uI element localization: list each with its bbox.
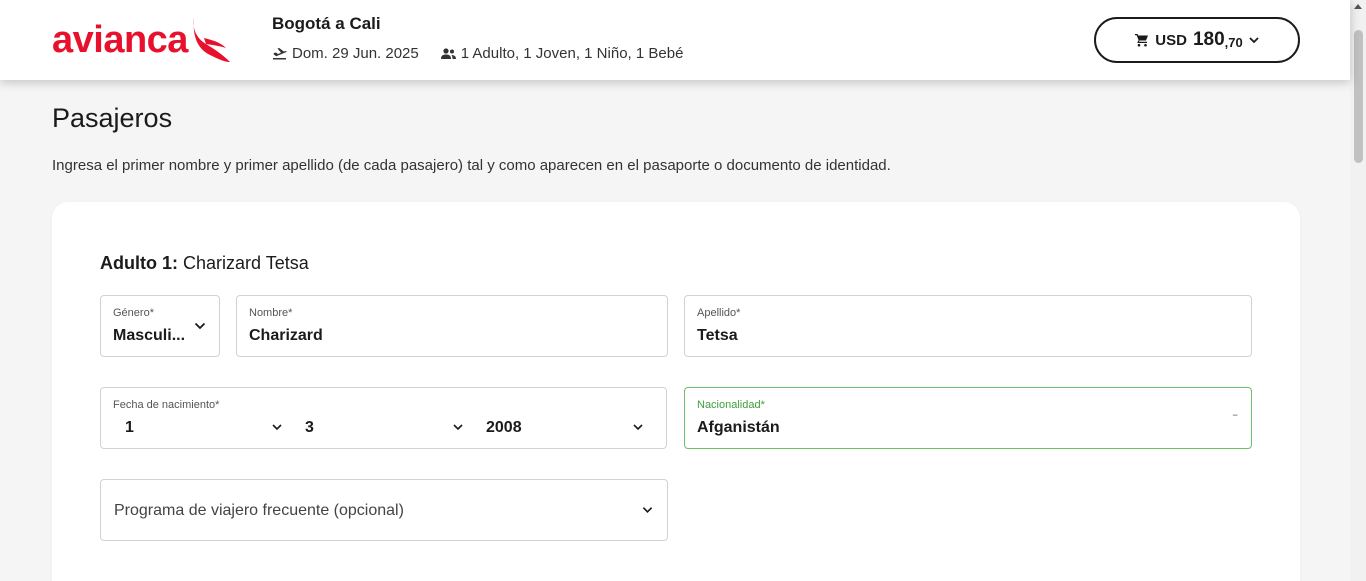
birthdate-field: Fecha de nacimiento* 1 3 2008 (100, 387, 667, 449)
chevron-down-icon (1249, 36, 1259, 44)
passenger-full-name: Charizard Tetsa (183, 253, 309, 273)
page-scrollbar[interactable] (1350, 0, 1366, 581)
chevron-down-icon[interactable] (453, 424, 463, 431)
nationality-label: Nacionalidad* (697, 399, 765, 411)
cart-currency: USD (1155, 31, 1187, 49)
people-icon (440, 46, 457, 62)
page-description: Ingresa el primer nombre y primer apelli… (52, 157, 891, 174)
last-name-field[interactable]: Apellido* Tetsa (684, 295, 1252, 357)
passenger-count: 1 Adulto, 1 Joven, 1 Niño, 1 Bebé (460, 45, 684, 62)
plane-takeoff-icon (272, 46, 288, 62)
avianca-logo[interactable]: avianca (52, 18, 232, 64)
chevron-down-icon[interactable] (272, 424, 282, 431)
frequent-flyer-select[interactable]: Programa de viajero frecuente (opcional) (100, 479, 668, 541)
first-name-value: Charizard (249, 327, 323, 344)
shopping-cart-icon (1135, 33, 1149, 47)
logo-bird-icon (193, 18, 230, 62)
top-header: avianca Bogotá a Cali Dom. 29 Jun. 2025 (0, 0, 1350, 80)
scroll-up-arrow-icon[interactable] (1354, 4, 1362, 9)
chevron-down-icon (642, 507, 653, 514)
trip-details: Dom. 29 Jun. 2025 1 Adulto, 1 Joven, 1 N… (272, 45, 683, 62)
route-title: Bogotá a Cali (272, 14, 381, 33)
passenger-heading: Adulto 1: Charizard Tetsa (100, 253, 309, 274)
chevron-down-icon (194, 322, 206, 330)
nationality-field[interactable]: Nacionalidad* Afganistán -- (684, 387, 1252, 449)
frequent-flyer-placeholder: Programa de viajero frecuente (opcional) (114, 502, 404, 519)
gender-value: Masculi... (113, 327, 186, 344)
last-name-value: Tetsa (697, 327, 738, 344)
nationality-clear-icon[interactable]: -- (1232, 410, 1238, 421)
travel-date: Dom. 29 Jun. 2025 (292, 45, 419, 62)
passenger-type-label: Adulto 1: (100, 253, 178, 273)
cart-total-button[interactable]: USD 180 ,70 (1094, 17, 1300, 63)
birth-year-select[interactable]: 2008 (486, 419, 522, 437)
gender-label: Género* (113, 307, 154, 319)
first-name-field[interactable]: Nombre* Charizard (236, 295, 668, 357)
page-title: Pasajeros (52, 103, 173, 133)
cart-amount: 180 (1192, 29, 1225, 50)
nationality-value: Afganistán (697, 419, 780, 436)
birth-month-select[interactable]: 3 (305, 419, 314, 437)
passenger-summary: 1 Adulto, 1 Joven, 1 Niño, 1 Bebé (440, 45, 684, 62)
birth-day-select[interactable]: 1 (125, 419, 134, 437)
chevron-down-icon[interactable] (633, 424, 643, 431)
cart-decimals: ,70 (1224, 34, 1243, 50)
passenger-card: Adulto 1: Charizard Tetsa Género* Mascul… (52, 202, 1300, 581)
last-name-label: Apellido* (697, 307, 741, 319)
first-name-label: Nombre* (249, 307, 293, 319)
scroll-thumb[interactable] (1354, 30, 1363, 163)
gender-select[interactable]: Género* Masculi... (100, 295, 220, 357)
logo-text: avianca (52, 19, 188, 61)
birthdate-label: Fecha de nacimiento* (113, 399, 220, 411)
